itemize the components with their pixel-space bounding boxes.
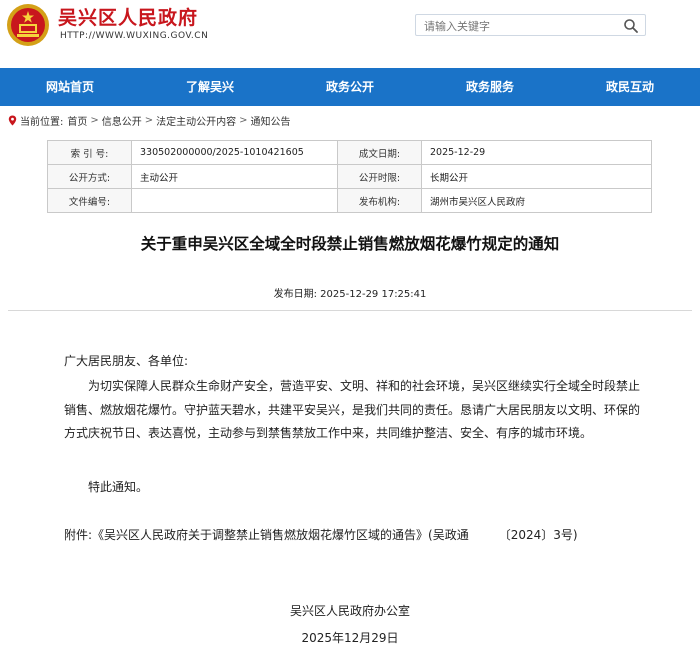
breadcrumb-separator: > [239,115,248,126]
index-label: 索 引 号: [47,140,132,165]
divider [8,310,692,311]
breadcrumb-separator: > [144,115,154,126]
national-emblem-icon [7,4,49,46]
index-value: 330502000000/2025-1010421605 [131,140,338,165]
breadcrumb-label: 当前位置: [20,117,64,128]
breadcrumb-notices[interactable]: 通知公告 [251,113,291,128]
search-box [415,14,646,36]
method-label: 公开方式: [47,164,132,189]
nav-gov-services[interactable]: 政务服务 [420,68,560,106]
docno-label: 文件编号: [47,188,132,213]
site-title: 吴兴区人民政府 [58,7,199,29]
search-icon[interactable] [623,18,639,34]
breadcrumb-home[interactable]: 首页 [67,113,87,128]
breadcrumb-separator: > [90,115,99,126]
nav-gov-affairs-open[interactable]: 政务公开 [280,68,420,106]
site-url: HTTP://WWW.WUXING.GOV.CN [60,31,209,41]
date-value: 2025-12-29 [421,140,652,165]
location-pin-icon [8,115,17,126]
table-row: 文件编号: 发布机构: 湖州市吴兴区人民政府 [47,188,652,213]
date-label: 成文日期: [337,140,422,165]
article-title: 关于重申吴兴区全域全时段禁止销售燃放烟花爆竹规定的通知 [140,235,560,253]
nav-about[interactable]: 了解吴兴 [140,68,280,106]
table-row: 公开方式: 主动公开 公开时限: 长期公开 [47,164,652,189]
attachment-link[interactable]: 附件:《吴兴区人民政府关于调整禁止销售燃放烟花爆竹区域的通告》(吴政通 〔202… [64,526,578,543]
publish-date: 发布日期: 2025-12-29 17:25:41 [0,285,700,300]
site-header: 吴兴区人民政府 HTTP://WWW.WUXING.GOV.CN [0,0,700,68]
breadcrumb: 当前位置: 首页 > 信息公开 > 法定主动公开内容 > 通知公告 [8,113,291,128]
nav-interaction[interactable]: 政民互动 [560,68,700,106]
org-label: 发布机构: [337,188,422,213]
nav-home[interactable]: 网站首页 [0,68,140,106]
document-meta-table: 索 引 号: 330502000000/2025-1010421605 成文日期… [47,140,652,213]
breadcrumb-statutory-content[interactable]: 法定主动公开内容 [156,113,236,128]
docno-value [131,188,338,213]
publish-date-value: 2025-12-29 17:25:41 [320,289,427,300]
publish-date-label: 发布日期: [273,289,317,300]
closing-line: 特此通知。 [88,480,149,494]
greeting: 广大居民朋友、各单位: [64,354,189,368]
signing-organization: 吴兴区人民政府办公室 [289,604,410,618]
period-value: 长期公开 [421,164,652,189]
breadcrumb-info-open[interactable]: 信息公开 [102,113,142,128]
body-paragraph: 为切实保障人民群众生命财产安全，营造平安、文明、祥和的社会环境，吴兴区继续实行全… [64,379,641,440]
main-nav: 网站首页 了解吴兴 政务公开 政务服务 政民互动 [0,68,700,106]
search-input[interactable] [424,18,614,34]
table-row: 索 引 号: 330502000000/2025-1010421605 成文日期… [47,140,652,165]
org-value: 湖州市吴兴区人民政府 [421,188,652,213]
period-label: 公开时限: [337,164,422,189]
method-value: 主动公开 [131,164,338,189]
signing-date: 2025年12月29日 [301,631,399,645]
